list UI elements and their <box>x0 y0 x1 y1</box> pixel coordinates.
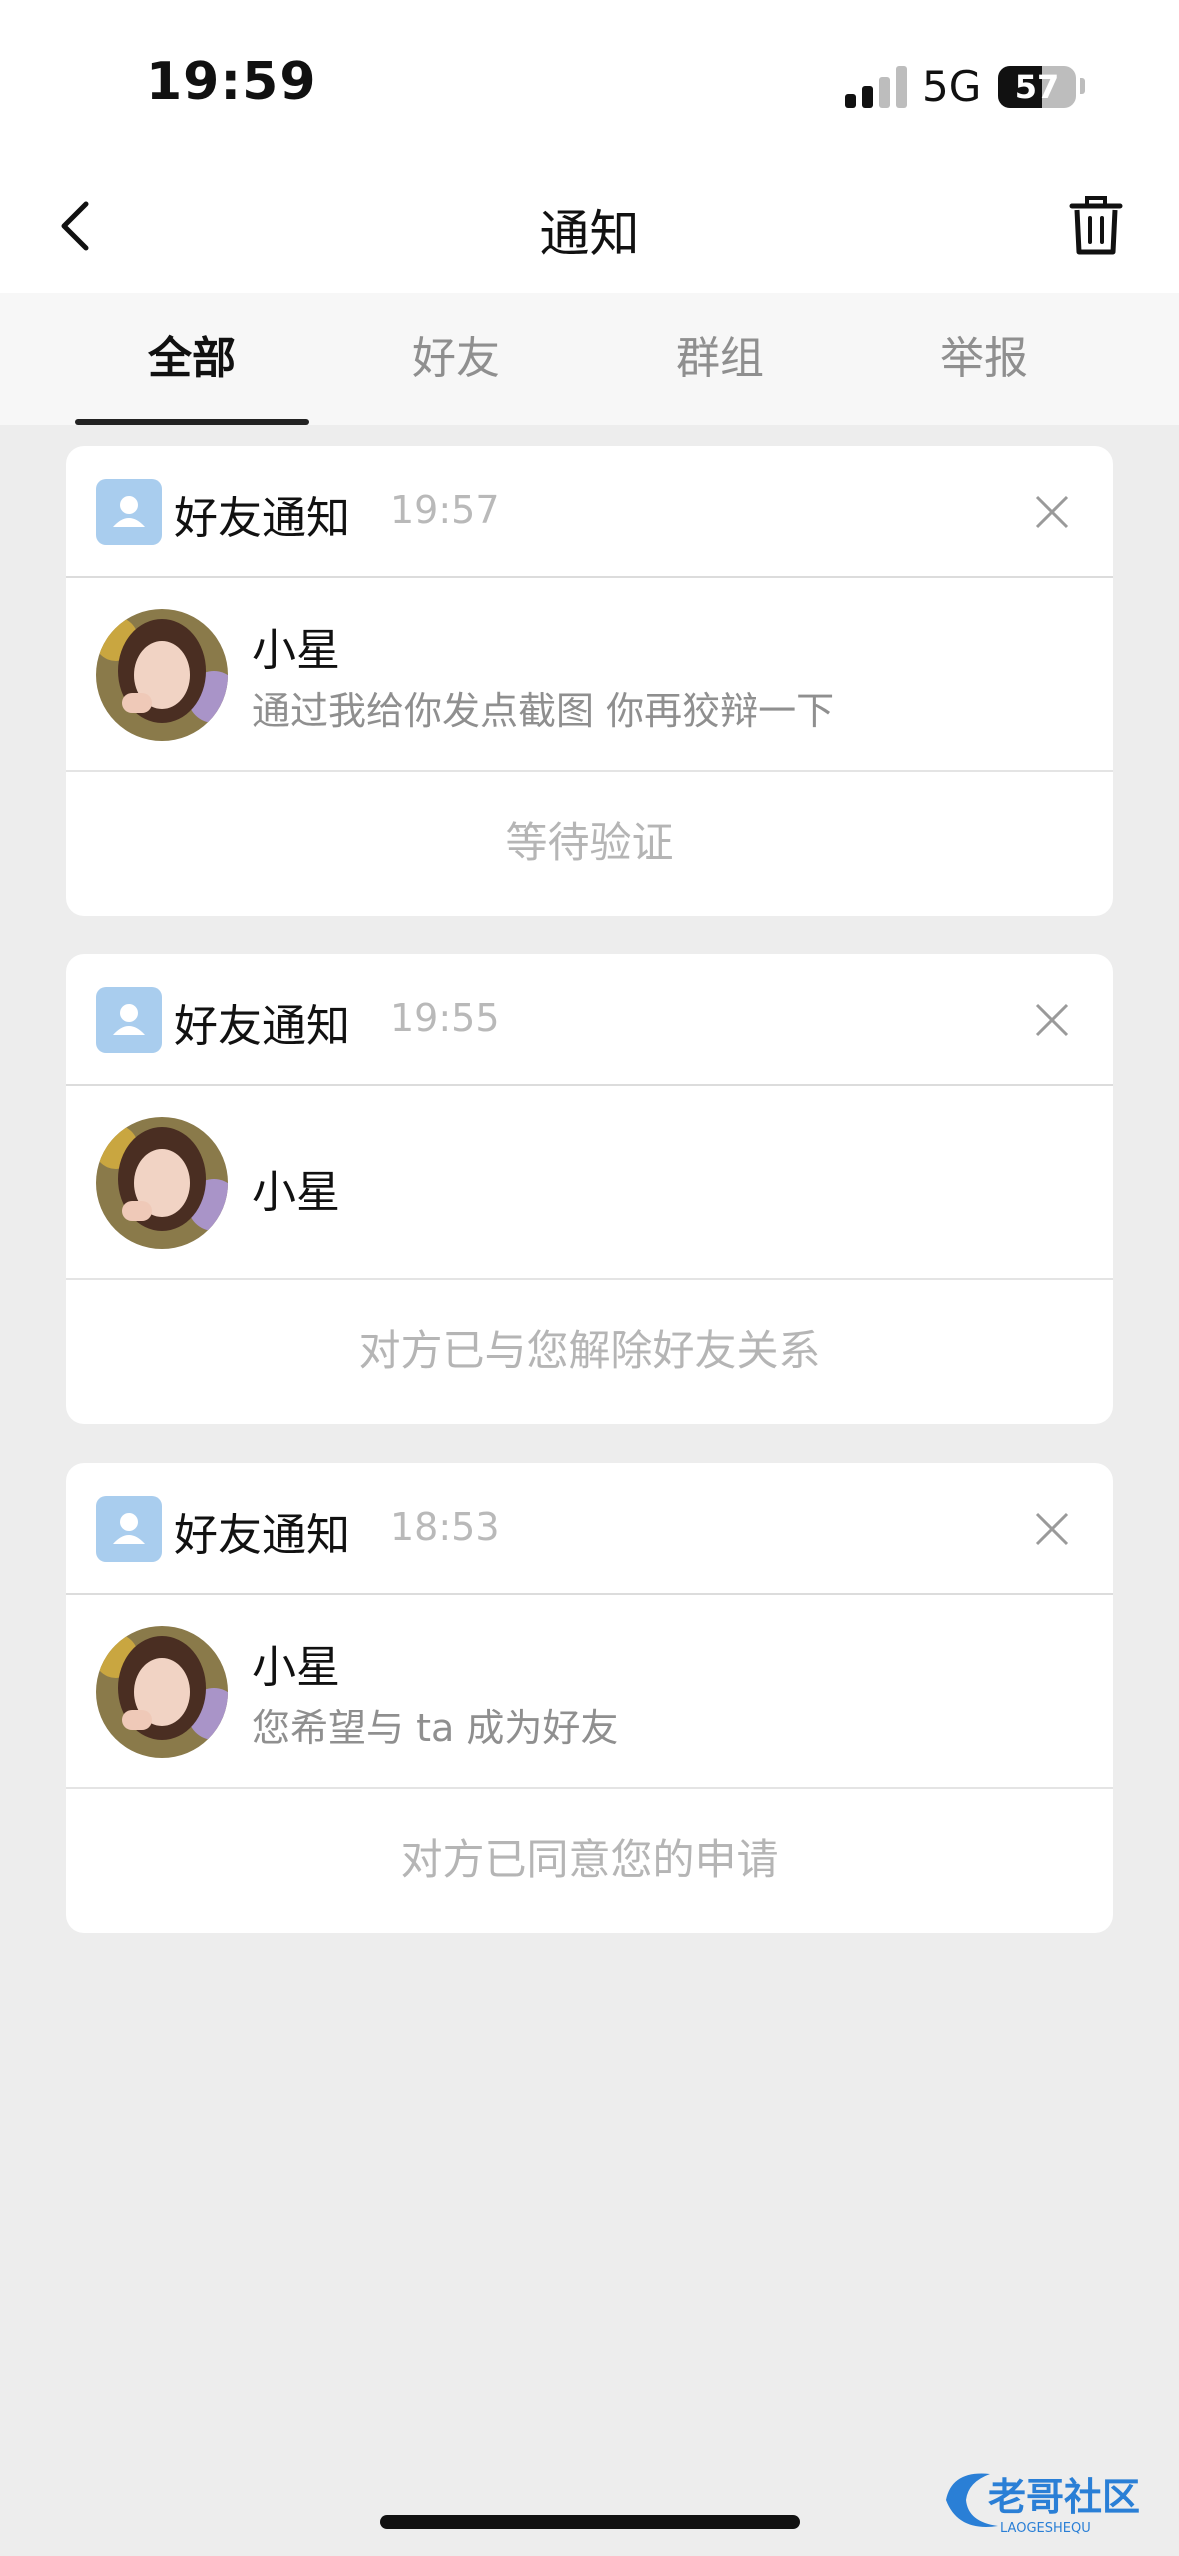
dismiss-button[interactable] <box>1016 476 1088 548</box>
request-status: 对方已同意您的申请 <box>400 1835 779 1884</box>
avatar[interactable] <box>96 609 228 741</box>
notice-type: 好友通知 <box>174 493 350 544</box>
trash-icon <box>1069 196 1123 255</box>
friend-notice-icon <box>96 1496 162 1562</box>
page-title: 通知 <box>539 205 640 263</box>
status-time: 19:59 <box>146 52 317 112</box>
dismiss-button[interactable] <box>1016 984 1088 1056</box>
friend-notice-icon <box>96 987 162 1053</box>
notice-time: 19:57 <box>390 488 500 532</box>
nav-bar: 通知 <box>0 160 1179 293</box>
close-icon <box>1035 1512 1069 1546</box>
request-status: 对方已与您解除好友关系 <box>358 1326 821 1375</box>
request-message: 您希望与 ta 成为好友 <box>252 1706 619 1750</box>
status-bar: 19:59 5G 57 <box>0 0 1179 160</box>
card-header: 好友通知 19:55 <box>66 954 1113 1086</box>
friend-name: 小星 <box>252 1167 340 1218</box>
card-body: 小星 通过我给你发点截图 你再狡辩一下 <box>66 578 1113 772</box>
avatar[interactable] <box>96 1626 228 1758</box>
friend-name: 小星 <box>252 1642 340 1693</box>
tab-active-indicator <box>75 419 309 425</box>
home-indicator[interactable] <box>380 2515 800 2529</box>
svg-text:LAOGESHEQU: LAOGESHEQU <box>1000 2521 1091 2536</box>
notification-card: 好友通知 19:57 小星 通过我给你发点截图 你再狡辩一下 等待验证 <box>66 446 1113 916</box>
signal-icon <box>845 66 907 108</box>
notifications-screen: 19:59 5G 57 通知 全部 好友 群组 举报 好友通知 19:57 小星… <box>0 0 1179 2556</box>
notice-type: 好友通知 <box>174 1510 350 1561</box>
tab-reports[interactable]: 举报 <box>852 293 1116 425</box>
tab-friends[interactable]: 好友 <box>324 293 588 425</box>
tab-all[interactable]: 全部 <box>60 293 324 425</box>
tab-groups[interactable]: 群组 <box>588 293 852 425</box>
network-type: 5G <box>922 62 982 111</box>
notification-card: 好友通知 18:53 小星 您希望与 ta 成为好友 对方已同意您的申请 <box>66 1463 1113 1933</box>
card-body: 小星 <box>66 1086 1113 1280</box>
notice-type: 好友通知 <box>174 1001 350 1052</box>
friend-notice-icon <box>96 479 162 545</box>
dismiss-button[interactable] <box>1016 1493 1088 1565</box>
request-message: 通过我给你发点截图 你再狡辩一下 <box>252 689 835 733</box>
close-icon <box>1035 1003 1069 1037</box>
card-header: 好友通知 18:53 <box>66 1463 1113 1595</box>
card-body: 小星 您希望与 ta 成为好友 <box>66 1595 1113 1789</box>
battery-level: 57 <box>1014 68 1060 106</box>
close-icon <box>1035 495 1069 529</box>
avatar[interactable] <box>96 1117 228 1249</box>
svg-text:老哥社区: 老哥社区 <box>988 2475 1140 2519</box>
tab-bar: 全部 好友 群组 举报 <box>0 293 1179 425</box>
request-status: 等待验证 <box>505 818 674 867</box>
notification-card: 好友通知 19:55 小星 对方已与您解除好友关系 <box>66 954 1113 1424</box>
notice-time: 18:53 <box>390 1505 500 1549</box>
battery-cap <box>1080 78 1085 94</box>
battery-icon: 57 <box>998 66 1076 108</box>
delete-all-button[interactable] <box>1060 190 1132 262</box>
watermark-logo: 老哥社区 LAOGESHEQU <box>946 2473 1140 2536</box>
card-header: 好友通知 19:57 <box>66 446 1113 578</box>
notice-time: 19:55 <box>390 996 500 1040</box>
friend-name: 小星 <box>252 625 340 676</box>
